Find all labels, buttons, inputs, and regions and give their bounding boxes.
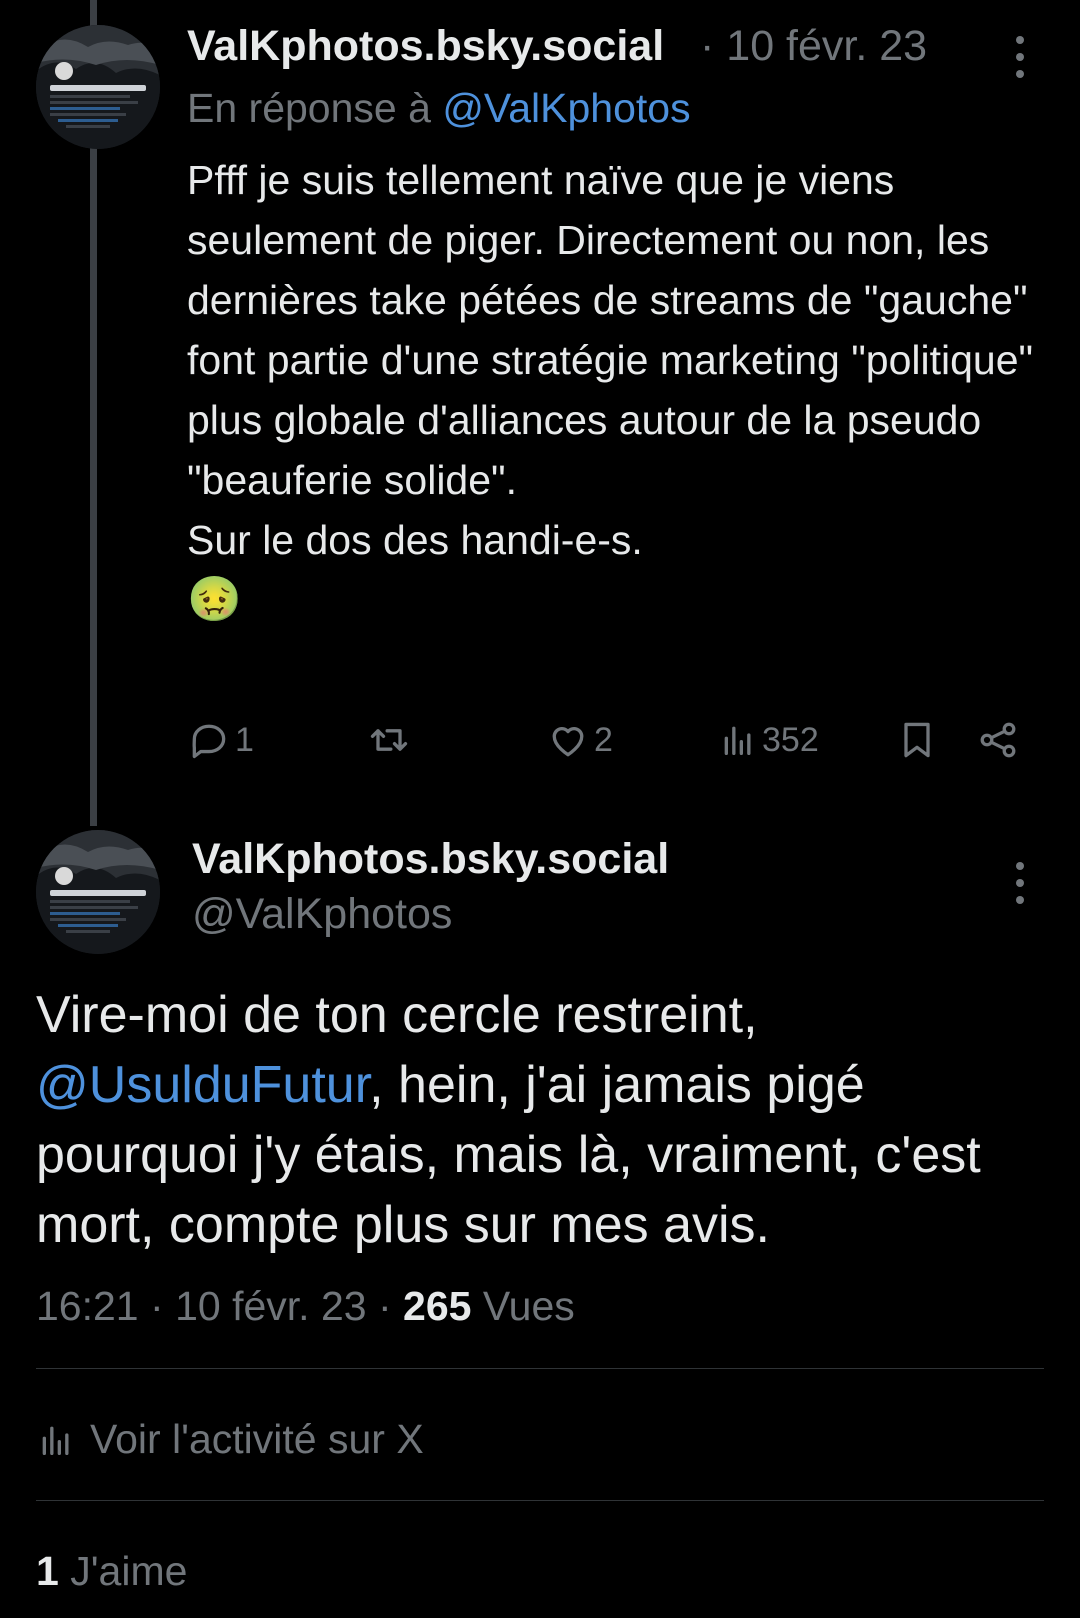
avatar-image	[36, 25, 160, 149]
tweet-time[interactable]: 16:21	[36, 1283, 139, 1329]
avatar[interactable]	[36, 25, 160, 149]
reply-text: Pfff je suis tellement naïve que je vien…	[187, 157, 1034, 563]
repost-action[interactable]	[366, 718, 412, 762]
share-action[interactable]	[976, 718, 1020, 762]
view-activity-label: Voir l'activité sur X	[90, 1416, 424, 1462]
likes-summary[interactable]: 1 J'aime	[36, 1548, 187, 1595]
tweet-meta: · 10 févr. 23	[700, 22, 927, 71]
heart-icon	[552, 727, 584, 757]
author-name[interactable]: ValKphotos.bsky.social	[192, 835, 669, 884]
view-activity-link[interactable]: Voir l'activité sur X	[36, 1416, 424, 1463]
in-reply-label: En réponse à	[187, 85, 431, 131]
avatar-image	[36, 830, 160, 954]
analytics-icon	[42, 1426, 69, 1455]
tweet-date[interactable]: 10 févr. 23	[726, 22, 927, 70]
author-name[interactable]: ValKphotos.bsky.social	[187, 22, 664, 71]
meta-separator: ·	[700, 22, 715, 70]
reply-action[interactable]: 1	[187, 718, 254, 762]
divider	[36, 1500, 1044, 1501]
repost-icon	[370, 729, 408, 751]
avatar[interactable]	[36, 830, 160, 954]
more-options-icon[interactable]	[1010, 862, 1030, 904]
likes-count: 1	[36, 1548, 59, 1594]
tweet-timestamp: 16:21 · 10 févr. 23 · 265 Vues	[36, 1283, 575, 1330]
like-action[interactable]: 2	[546, 718, 613, 762]
reply-text-container: Pfff je suis tellement naïve que je vien…	[187, 150, 1057, 630]
nauseated-face-emoji: 🤢	[187, 575, 242, 624]
view-count: 352	[762, 720, 819, 759]
author-handle[interactable]: @ValKphotos	[192, 890, 452, 939]
mention-link[interactable]: @UsulduFutur	[36, 1056, 369, 1114]
tweet-text: Vire-moi de ton cercle restreint, @Usuld…	[36, 980, 1046, 1260]
bookmark-action[interactable]	[895, 718, 939, 762]
more-options-icon[interactable]	[1010, 36, 1030, 78]
reply-icon	[192, 724, 226, 759]
divider	[36, 1368, 1044, 1369]
tweet-text-start: Vire-moi de ton cercle restreint,	[36, 986, 758, 1044]
meta-separator: ·	[377, 1283, 392, 1329]
tweet-date[interactable]: 10 févr. 23	[175, 1283, 366, 1329]
views-action[interactable]: 352	[718, 718, 819, 762]
reply-count: 1	[235, 720, 254, 759]
in-reply-handle[interactable]: @ValKphotos	[442, 85, 690, 131]
views-count: 265	[403, 1283, 472, 1329]
analytics-icon	[724, 726, 751, 755]
in-reply-to: En réponse à @ValKphotos	[187, 85, 691, 132]
share-icon	[980, 722, 1016, 758]
views-label: Vues	[482, 1283, 575, 1329]
meta-separator: ·	[150, 1283, 164, 1329]
like-count: 2	[594, 720, 613, 759]
bookmark-icon	[904, 722, 930, 758]
likes-label: J'aime	[70, 1548, 188, 1594]
